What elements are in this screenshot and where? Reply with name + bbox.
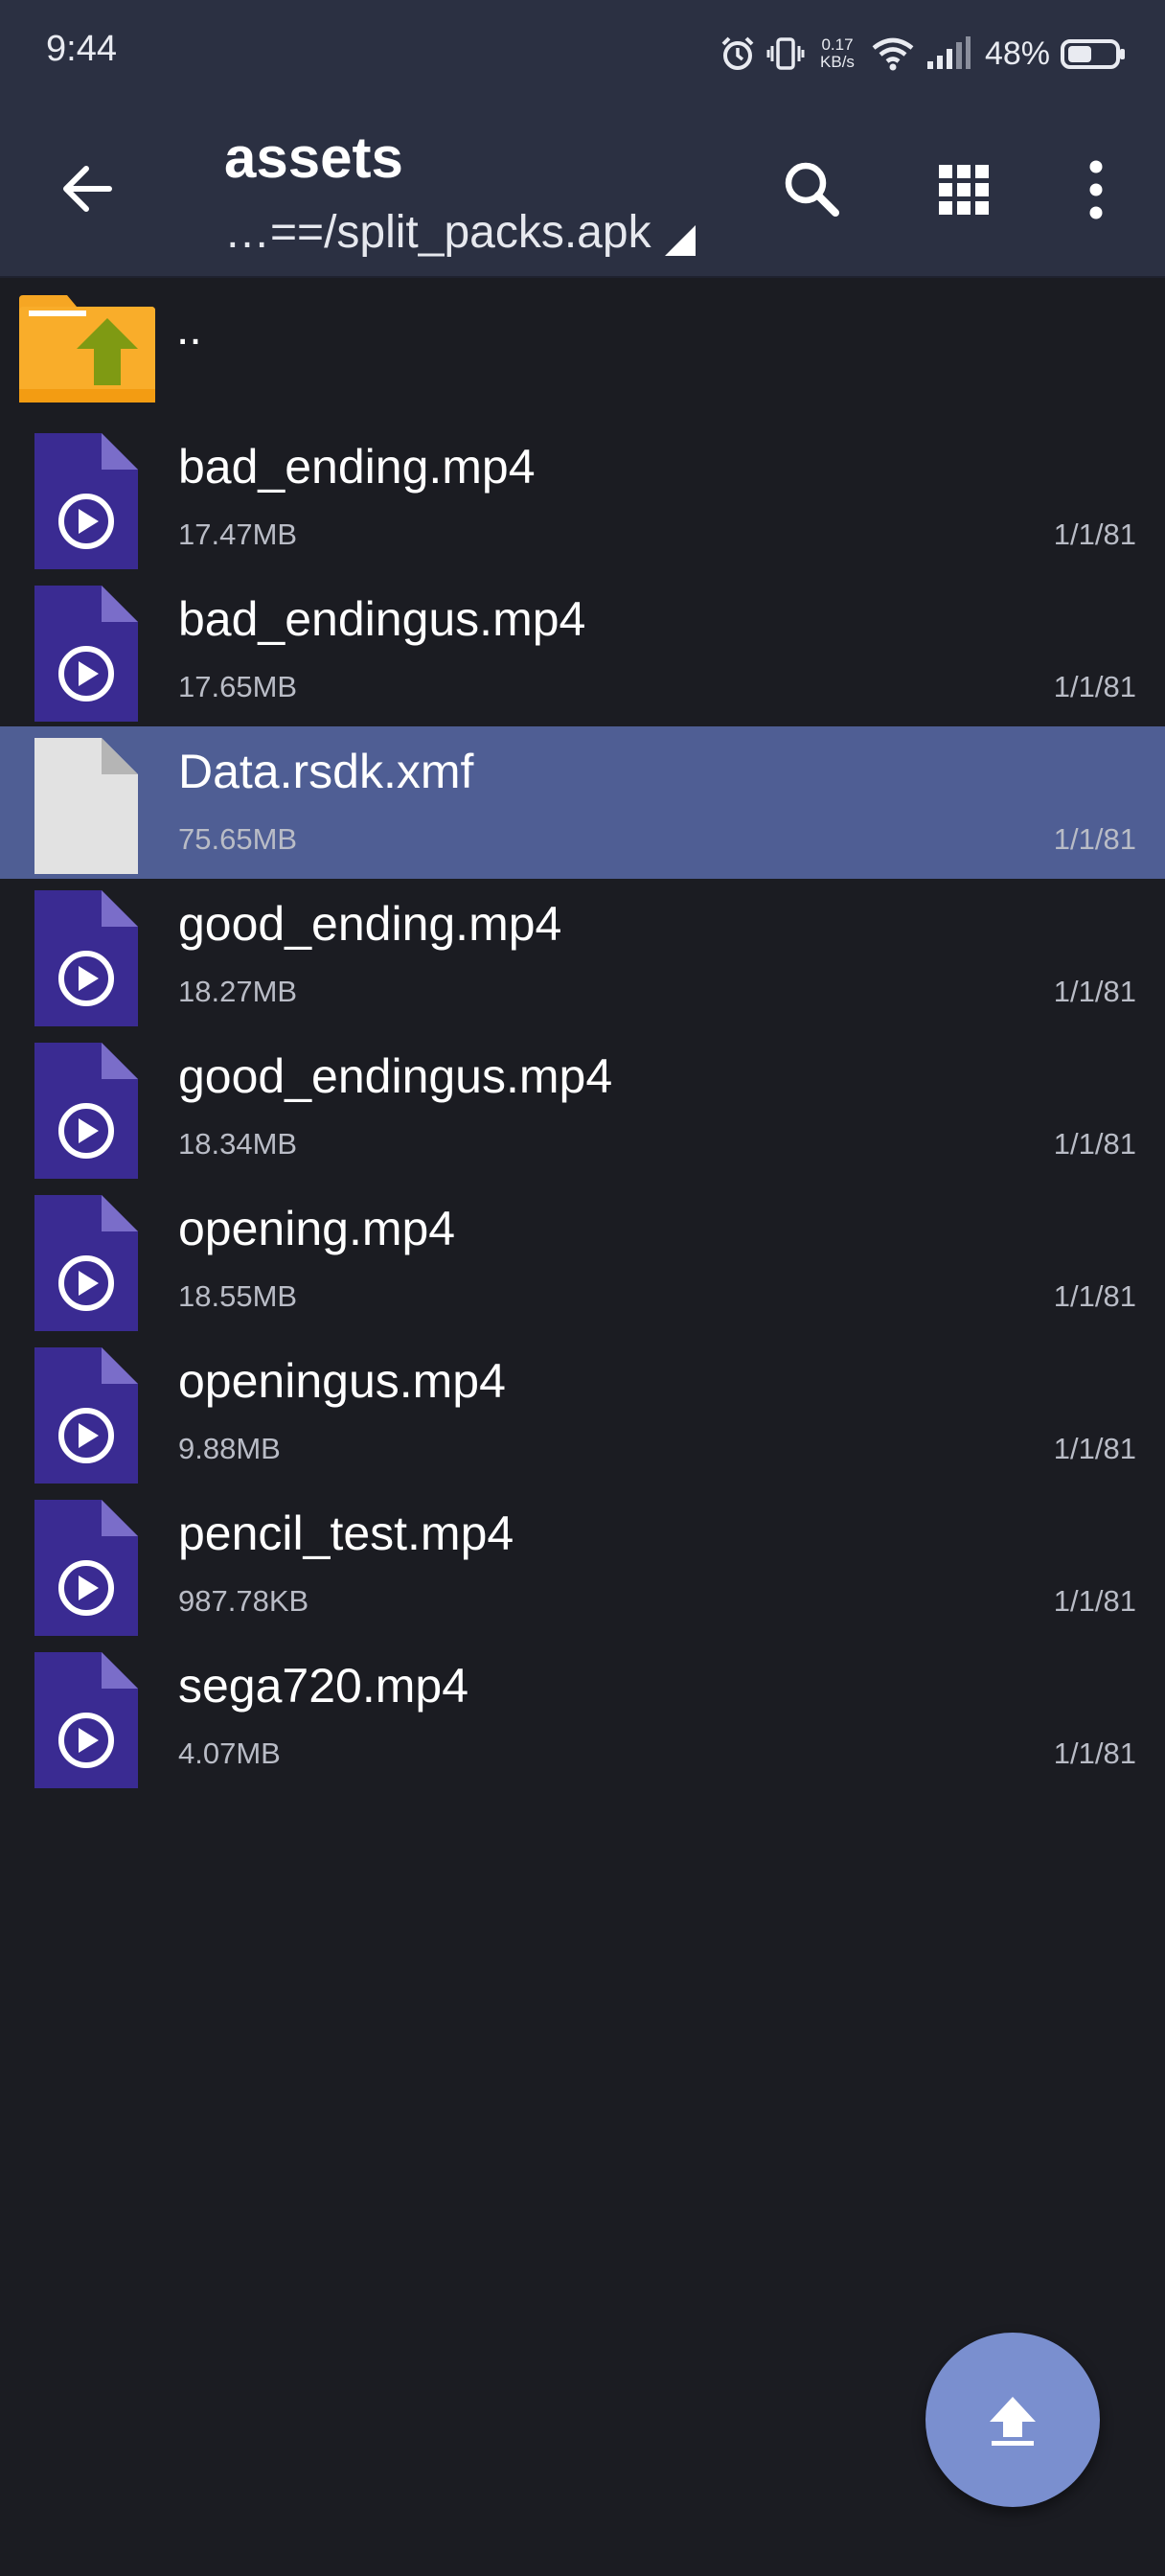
video-file-icon — [34, 1043, 138, 1179]
wifi-icon — [872, 37, 914, 71]
grid-view-icon[interactable] — [925, 151, 1002, 228]
vibrate-icon — [766, 37, 805, 70]
file-name: sega720.mp4 — [178, 1659, 469, 1713]
video-file-icon — [34, 586, 138, 722]
file-size: 17.47MB — [178, 518, 298, 551]
file-date: 1/1/81 — [1053, 1584, 1136, 1618]
status-time: 9:44 — [46, 29, 117, 69]
parent-directory-row[interactable]: .. — [0, 278, 1165, 422]
video-file-icon — [34, 1347, 138, 1484]
file-row[interactable]: opening.mp4 18.55MB 1/1/81 — [0, 1184, 1165, 1336]
file-row[interactable]: good_endingus.mp4 18.34MB 1/1/81 — [0, 1031, 1165, 1184]
more-vert-icon[interactable] — [1058, 151, 1134, 228]
file-name: pencil_test.mp4 — [178, 1506, 514, 1560]
file-date: 1/1/81 — [1053, 1127, 1136, 1161]
file-date: 1/1/81 — [1053, 1736, 1136, 1770]
file-name: bad_ending.mp4 — [178, 440, 536, 494]
generic-file-icon — [34, 738, 138, 874]
file-row[interactable]: sega720.mp4 4.07MB 1/1/81 — [0, 1641, 1165, 1793]
app-toolbar: assets …==/split_packs.apk — [0, 107, 1165, 278]
video-file-icon — [34, 1500, 138, 1636]
video-file-icon — [34, 1652, 138, 1788]
alarm-icon — [721, 36, 754, 70]
file-date: 1/1/81 — [1053, 670, 1136, 703]
status-bar: 9:44 0.17 KB/s 48% — [0, 0, 1165, 107]
file-name: bad_endingus.mp4 — [178, 592, 586, 646]
file-size: 18.34MB — [178, 1127, 298, 1161]
video-file-icon — [34, 433, 138, 569]
file-name: opening.mp4 — [178, 1202, 456, 1255]
file-list: .. bad_ending.mp4 17.47MB 1/1/81 bad_end… — [0, 278, 1165, 1793]
file-row[interactable]: Data.rsdk.xmf 75.65MB 1/1/81 — [0, 726, 1165, 879]
file-size: 4.07MB — [178, 1736, 281, 1770]
file-row[interactable]: bad_ending.mp4 17.47MB 1/1/81 — [0, 422, 1165, 574]
search-icon[interactable] — [774, 151, 851, 228]
file-name: good_endingus.mp4 — [178, 1049, 613, 1103]
video-file-icon — [34, 890, 138, 1026]
file-size: 987.78KB — [178, 1584, 309, 1618]
file-row[interactable]: pencil_test.mp4 987.78KB 1/1/81 — [0, 1488, 1165, 1641]
file-name: openingus.mp4 — [178, 1354, 506, 1408]
signal-icon — [926, 36, 971, 69]
file-date: 1/1/81 — [1053, 518, 1136, 551]
battery-percent: 48% — [984, 34, 1050, 72]
file-name: good_ending.mp4 — [178, 897, 562, 951]
net-speed-value: 0.17 — [821, 35, 854, 54]
path-selector[interactable]: …==/split_packs.apk — [224, 203, 699, 261]
file-date: 1/1/81 — [1053, 1432, 1136, 1465]
file-row[interactable]: good_ending.mp4 18.27MB 1/1/81 — [0, 879, 1165, 1031]
file-name: Data.rsdk.xmf — [178, 745, 474, 798]
back-arrow-icon[interactable] — [54, 155, 121, 222]
file-size: 18.55MB — [178, 1279, 298, 1313]
dropdown-triangle-icon — [664, 225, 696, 256]
file-size: 9.88MB — [178, 1432, 281, 1465]
net-speed-unit: KB/s — [820, 53, 855, 71]
file-row[interactable]: openingus.mp4 9.88MB 1/1/81 — [0, 1336, 1165, 1488]
file-row[interactable]: bad_endingus.mp4 17.65MB 1/1/81 — [0, 574, 1165, 726]
file-size: 75.65MB — [178, 822, 298, 856]
net-speed: 0.17 KB/s — [820, 36, 855, 71]
file-size: 17.65MB — [178, 670, 298, 703]
file-date: 1/1/81 — [1053, 822, 1136, 856]
page-title: assets — [224, 126, 403, 190]
battery-icon — [1061, 39, 1125, 69]
status-icons: 0.17 KB/s 48% — [719, 25, 1127, 82]
path-subtitle: …==/split_packs.apk — [224, 206, 651, 258]
file-date: 1/1/81 — [1053, 975, 1136, 1008]
parent-directory-label: .. — [176, 304, 202, 355]
file-size: 18.27MB — [178, 975, 298, 1008]
folder-up-icon — [19, 295, 155, 402]
file-date: 1/1/81 — [1053, 1279, 1136, 1313]
video-file-icon — [34, 1195, 138, 1331]
upload-fab-button[interactable] — [925, 2333, 1100, 2507]
upload-icon — [990, 2397, 1036, 2446]
